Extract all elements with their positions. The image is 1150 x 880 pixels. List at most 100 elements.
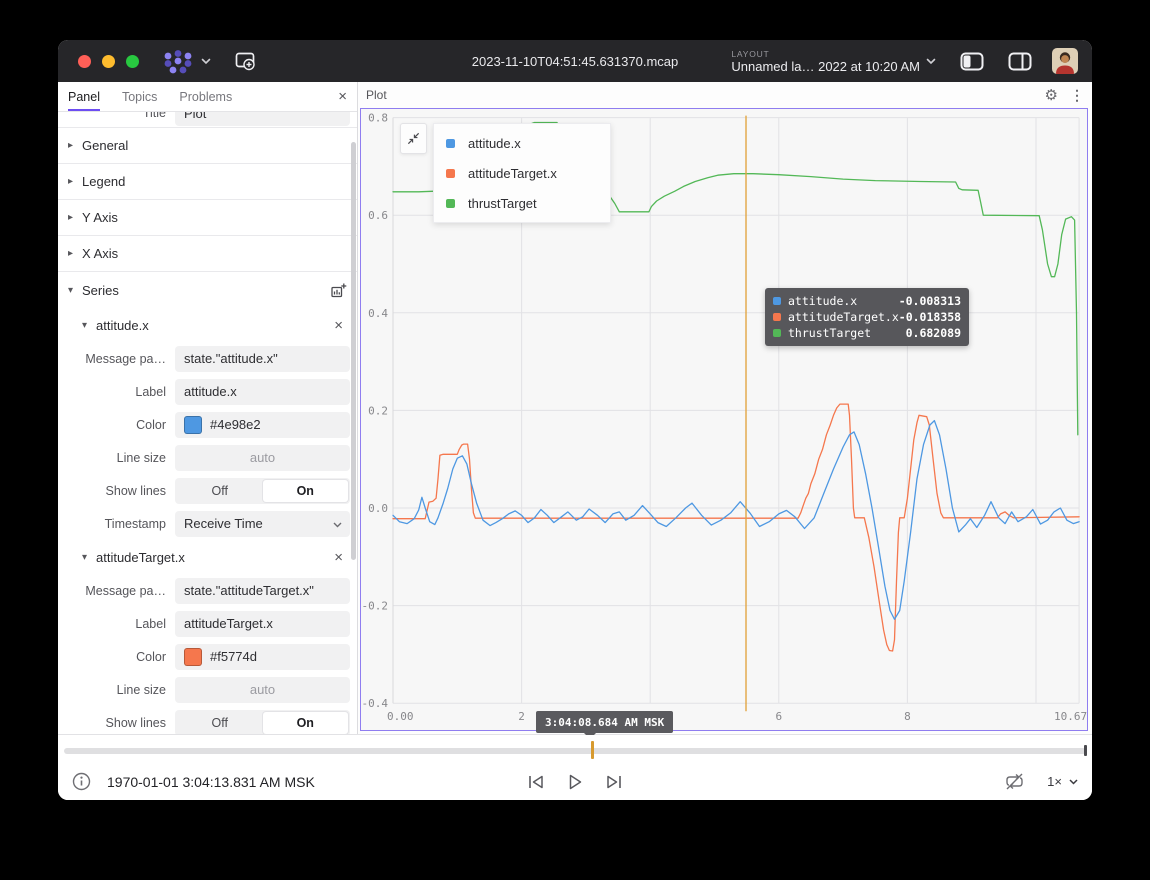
layout-selector[interactable]: LAYOUT Unnamed la… 2022 at 10:20 AM (731, 49, 920, 74)
play-button[interactable] (566, 773, 584, 791)
user-avatar[interactable] (1052, 48, 1078, 74)
svg-text:2: 2 (518, 710, 525, 723)
label-input[interactable]: attitudeTarget.x (175, 611, 350, 637)
sidebar-close-icon[interactable]: × (338, 89, 347, 104)
minimize-window-button[interactable] (102, 55, 115, 68)
close-window-button[interactable] (78, 55, 91, 68)
left-sidebar-toggle-icon[interactable] (960, 52, 984, 71)
tooltip-row: thrustTarget 0.682089 (773, 325, 961, 341)
add-series-icon[interactable] (330, 282, 347, 299)
section-legend[interactable]: ▸ Legend (58, 164, 357, 200)
legend-item-attitude-x[interactable]: attitude.x (434, 128, 610, 158)
app-menu-chevron-icon[interactable] (201, 58, 211, 65)
timestamp-select[interactable]: Receive Time (175, 511, 350, 537)
section-general[interactable]: ▸ General (58, 128, 357, 164)
remove-series-icon[interactable]: × (334, 318, 343, 333)
app-window: 2023-11-10T04:51:45.631370.mcap LAYOUT U… (58, 40, 1092, 800)
tooltip-swatch (773, 313, 781, 321)
field-message-path: Message pa… state."attitude.x" (58, 342, 357, 375)
titlebar: 2023-11-10T04:51:45.631370.mcap LAYOUT U… (58, 40, 1092, 82)
legend-collapse-button[interactable] (400, 123, 427, 154)
show-lines-toggle: Off On (175, 478, 350, 504)
zoom-window-button[interactable] (126, 55, 139, 68)
chevron-right-icon: ▸ (68, 248, 82, 259)
color-input[interactable]: #4e98e2 (175, 412, 350, 438)
plot-chart-area[interactable]: 0.80.60.40.20.0-0.2-0.40.00246810.67 att… (360, 108, 1088, 731)
show-lines-toggle: Off On (175, 710, 350, 735)
playback-scrubber-track[interactable] (64, 748, 1086, 754)
line-size-input[interactable]: auto (175, 445, 350, 471)
section-series[interactable]: ▾ Series (58, 272, 357, 308)
info-icon[interactable] (72, 772, 91, 791)
playback-end-marker (1084, 745, 1087, 756)
panel-menu-kebab-icon[interactable]: ⋮ (1070, 88, 1084, 102)
field-show-lines: Show lines Off On (58, 474, 357, 507)
color-swatch[interactable] (184, 648, 202, 666)
tab-topics[interactable]: Topics (122, 82, 157, 111)
sidebar-tabs: Panel Topics Problems × (58, 82, 357, 112)
tab-panel[interactable]: Panel (68, 82, 100, 111)
app-logo[interactable] (161, 49, 195, 74)
field-show-lines: Show lines Off On (58, 706, 357, 734)
tooltip-row: attitudeTarget.x -0.018358 (773, 309, 961, 325)
message-path-input[interactable]: state."attitudeTarget.x" (175, 578, 350, 604)
show-lines-off-button[interactable]: Off (177, 480, 263, 502)
field-line-size: Line size auto (58, 441, 357, 474)
section-x-axis[interactable]: ▸ X Axis (58, 236, 357, 272)
loop-off-icon[interactable] (1004, 772, 1025, 791)
plot-legend: attitude.x attitudeTarget.x thrustTarget (433, 123, 611, 223)
playback-speed-select[interactable]: 1× (1047, 774, 1078, 789)
scrub-hover-time-tooltip: 3:04:08.684 AM MSK (536, 711, 673, 733)
title-field-input[interactable]: Plot (175, 112, 350, 126)
legend-item-thrust-target[interactable]: thrustTarget (434, 188, 610, 218)
panel-title: Plot (366, 88, 387, 102)
svg-text:6: 6 (775, 710, 782, 723)
chevron-down-icon (1069, 779, 1078, 785)
svg-text:10.67: 10.67 (1054, 710, 1087, 723)
section-y-axis[interactable]: ▸ Y Axis (58, 200, 357, 236)
series-attitude-x-header[interactable]: ▾ attitude.x × (58, 308, 357, 342)
title-field-label: Title (58, 112, 175, 120)
seek-backward-button[interactable] (526, 773, 546, 791)
hover-values-tooltip: attitude.x -0.008313 attitudeTarget.x -0… (765, 288, 969, 346)
legend-item-attitude-target-x[interactable]: attitudeTarget.x (434, 158, 610, 188)
chevron-right-icon: ▸ (68, 212, 82, 223)
layout-chevron-icon[interactable] (926, 58, 936, 65)
seek-forward-button[interactable] (604, 773, 624, 791)
data-source-title[interactable]: 2023-11-10T04:51:45.631370.mcap (472, 54, 678, 69)
label-input[interactable]: attitude.x (175, 379, 350, 405)
plot-panel-header: Plot ⚙ ⋮ (358, 82, 1092, 108)
svg-text:0.2: 0.2 (368, 404, 388, 417)
message-path-input[interactable]: state."attitude.x" (175, 346, 350, 372)
current-timestamp[interactable]: 1970-01-01 3:04:13.831 AM MSK (107, 774, 315, 790)
panel-settings-gear-icon[interactable]: ⚙ (1045, 88, 1058, 103)
field-color: Color #4e98e2 (58, 408, 357, 441)
field-line-size: Line size auto (58, 673, 357, 706)
show-lines-on-button[interactable]: On (263, 480, 349, 502)
remove-series-icon[interactable]: × (334, 550, 343, 565)
line-size-input[interactable]: auto (175, 677, 350, 703)
tooltip-row: attitude.x -0.008313 (773, 293, 961, 309)
tooltip-swatch (773, 329, 781, 337)
color-input[interactable]: #f5774d (175, 644, 350, 670)
chevron-down-icon: ▾ (82, 320, 96, 331)
right-sidebar-toggle-icon[interactable] (1008, 52, 1032, 71)
settings-sidebar: Panel Topics Problems × Title Plot ▸ Gen… (58, 82, 358, 734)
plot-panel: Plot ⚙ ⋮ 0.80.60.40.20.0-0.2-0.40.002468… (358, 82, 1092, 734)
series-attitude-target-x-header[interactable]: ▾ attitudeTarget.x × (58, 540, 357, 574)
tab-problems[interactable]: Problems (179, 82, 232, 111)
tooltip-swatch (773, 297, 781, 305)
title-field-row-clipped: Title Plot (58, 112, 357, 128)
add-panel-icon[interactable] (233, 50, 257, 72)
color-swatch[interactable] (184, 416, 202, 434)
chevron-right-icon: ▸ (68, 176, 82, 187)
sidebar-scrollbar[interactable] (351, 142, 356, 560)
window-controls (78, 55, 139, 68)
layout-label: LAYOUT (731, 49, 920, 59)
svg-text:0.00: 0.00 (387, 710, 414, 723)
show-lines-off-button[interactable]: Off (177, 712, 263, 734)
chevron-right-icon: ▸ (68, 140, 82, 151)
show-lines-on-button[interactable]: On (263, 712, 349, 734)
svg-text:0.8: 0.8 (368, 112, 388, 125)
playback-playhead-handle[interactable] (591, 741, 594, 759)
